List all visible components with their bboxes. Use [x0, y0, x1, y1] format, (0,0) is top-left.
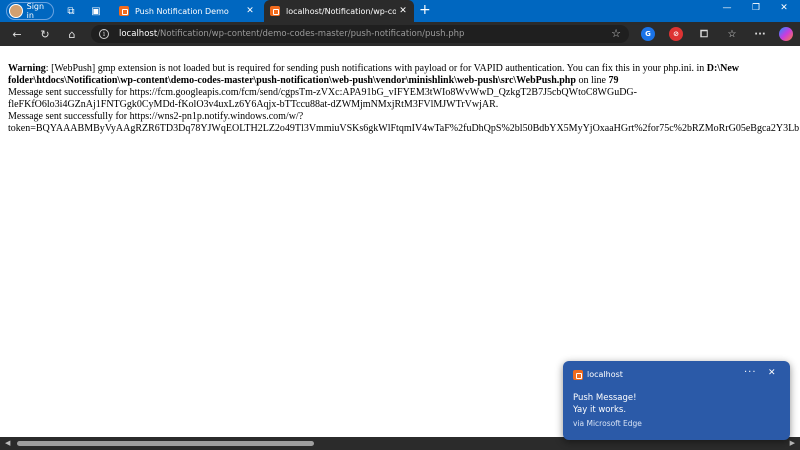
xampp-favicon-icon [270, 6, 280, 16]
notification-close-icon[interactable]: ✕ [768, 368, 776, 378]
notification-body: Yay it works. [573, 405, 627, 415]
profile-label: Sign in [26, 2, 45, 20]
tab-bar: Sign in ⧉ ▣ Push Notification Demo ✕ loc… [0, 0, 800, 22]
xampp-favicon-icon [573, 370, 583, 380]
tab-title: localhost/Notification/wp-content [286, 6, 396, 16]
favorite-star-icon[interactable]: ☆ [611, 27, 621, 40]
scroll-right-icon[interactable]: ▶ [790, 439, 795, 447]
copilot-icon[interactable] [779, 27, 793, 41]
avatar [9, 4, 23, 18]
address-bar[interactable]: i localhost/Notification/wp-content/demo… [91, 25, 629, 43]
notification-more-icon[interactable]: ··· [744, 367, 757, 378]
new-tab-button[interactable]: + [419, 2, 431, 18]
grammar-extension-icon[interactable]: G [641, 27, 655, 41]
page-content: Warning: [WebPush] gmp extension is not … [8, 63, 800, 135]
fcm-message-line-1: Message sent successfully for https://fc… [8, 87, 637, 98]
refresh-icon[interactable]: ↻ [37, 26, 53, 42]
browser-toolbar: ← ↻ ⌂ i localhost/Notification/wp-conten… [0, 22, 800, 46]
extensions-puzzle-icon[interactable]: ⧠ [697, 27, 711, 41]
scroll-left-icon[interactable]: ◀ [5, 439, 10, 447]
close-window-button[interactable]: ✕ [774, 3, 794, 13]
vertical-tabs-icon[interactable]: ▣ [89, 4, 103, 18]
notification-app-name: localhost [587, 370, 623, 379]
home-icon[interactable]: ⌂ [64, 26, 80, 42]
adblock-extension-icon[interactable]: ⊘ [669, 27, 683, 41]
tab-push-notification-demo[interactable]: Push Notification Demo ✕ [113, 0, 261, 22]
scrollbar-thumb[interactable] [17, 441, 314, 446]
url-text[interactable]: localhost/Notification/wp-content/demo-c… [119, 29, 464, 39]
back-arrow-icon[interactable]: ← [9, 26, 25, 42]
workspaces-icon[interactable]: ⧉ [64, 4, 78, 18]
close-tab-icon[interactable]: ✕ [243, 6, 257, 16]
wns-message-line-2: token=BQYAAABMByVyAAgRZR6TD3Dq78YJWqEOLT… [8, 123, 800, 134]
close-tab-icon[interactable]: ✕ [396, 6, 410, 16]
notification-title: Push Message! [573, 393, 637, 403]
wns-message-line-1: Message sent successfully for https://wn… [8, 111, 304, 122]
tab-title: Push Notification Demo [135, 6, 229, 16]
notification-source: via Microsoft Edge [573, 419, 642, 428]
fcm-message-line-2: fleFKfO6lo3i4GZnAj1FNTGgk0CyMDd-fKolO3v4… [8, 99, 499, 110]
more-menu-icon[interactable]: ··· [753, 27, 767, 41]
warning-line-1: Warning: [WebPush] gmp extension is not … [8, 63, 739, 74]
push-notification-toast[interactable]: localhost ··· ✕ Push Message! Yay it wor… [563, 361, 790, 440]
tab-localhost-push[interactable]: localhost/Notification/wp-content ✕ [264, 0, 414, 22]
info-icon[interactable]: i [99, 29, 109, 39]
minimize-button[interactable]: — [717, 3, 737, 13]
profile-button[interactable]: Sign in [6, 2, 54, 20]
favorites-icon[interactable]: ☆ [725, 27, 739, 41]
xampp-favicon-icon [119, 6, 129, 16]
warning-line-2: folder\htdocs\Notification\wp-content\de… [8, 75, 619, 86]
restore-button[interactable]: ❐ [746, 3, 766, 13]
